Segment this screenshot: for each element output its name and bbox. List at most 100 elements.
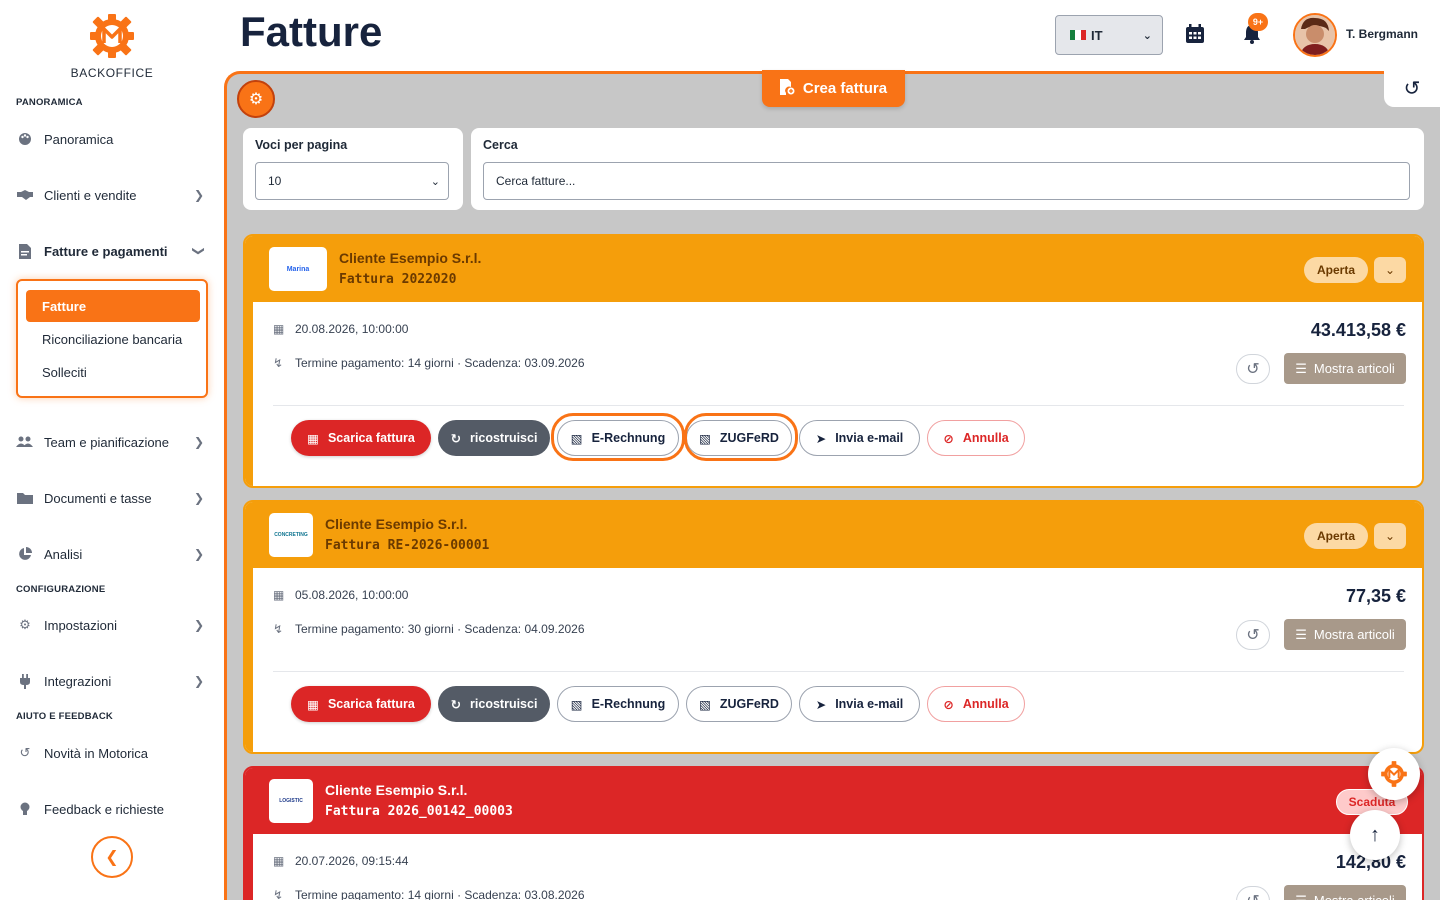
sidebar-item-clients[interactable]: Clienti e vendite ❯ [14,180,210,210]
invoice-history-button[interactable]: ↺ [1236,620,1270,650]
zugferd-button[interactable]: ▧ ZUGFeRD [686,686,792,722]
sidebar: BACKOFFICE PANORAMICA Panoramica Clienti… [0,0,224,900]
sidebar-item-analytics[interactable]: Analisi ❯ [14,539,210,569]
palette-icon [14,132,36,146]
payment-terms: ↯ Termine pagamento: 14 giorni · Scadenza… [273,356,585,370]
search-card: Cerca Cerca fatture... [471,128,1424,210]
chevron-right-icon: ❯ [193,435,204,449]
paper-plane-icon: ➤ [815,697,827,712]
gear-icon: ⚙ [248,91,264,108]
calendar-icon[interactable] [1181,20,1209,48]
sidebar-subitem-reminders[interactable]: Solleciti [26,356,200,388]
scroll-top-button[interactable]: ↑ [1350,810,1400,860]
sidebar-item-feedback[interactable]: Feedback e richieste [14,794,210,824]
sidebar-subitem-invoices[interactable]: Fatture [26,290,200,322]
invoice-card: Marina Cliente Esempio S.r.l. Fattura 20… [243,234,1424,488]
gear-icon: ⚙ [19,617,31,632]
sidebar-item-documents[interactable]: Documenti e tasse ❯ [14,483,210,513]
send-email-button[interactable]: ➤ Invia e-mail [799,686,920,722]
sidebar-item-label: Analisi [44,546,83,562]
company-logo-text: CONCRETING [274,532,308,538]
download-invoice-button[interactable]: ▦ Scarica fattura [291,686,431,722]
erechnung-label: E-Rechnung [591,697,666,711]
sidebar-item-invoices-payments[interactable]: Fatture e pagamenti ❯ [14,236,210,266]
expand-button[interactable]: ⌄ [1374,257,1406,283]
sidebar-item-settings[interactable]: ⚙ Impostazioni ❯ [14,610,210,640]
settings-button[interactable]: ⚙ [237,80,275,118]
invoice-header[interactable]: CONCRETING Cliente Esempio S.r.l. Fattur… [245,502,1422,568]
flag-italy-icon [1070,30,1086,40]
per-page-card: Voci per pagina 10 ⌄ [243,128,463,210]
chevron-down-icon: ⌄ [1142,29,1152,42]
sidebar-item-team[interactable]: Team e pianificazione ❯ [14,427,210,457]
sidebar-item-news[interactable]: ↺ Novità in Motorica [14,738,210,768]
client-name: Cliente Esempio S.r.l. [325,516,468,532]
chevron-down-icon: ⌄ [1384,529,1396,543]
sidebar-item-label: Integrazioni [44,673,112,689]
show-items-button[interactable]: ☰ Mostra articoli [1284,353,1406,384]
erechnung-button[interactable]: ▧ E-Rechnung [557,686,679,722]
send-email-button[interactable]: ➤ Invia e-mail [799,420,920,456]
rebuild-button[interactable]: ↻ ricostruisci [438,420,550,456]
show-items-label: Mostra articoli [1314,893,1395,900]
lightbulb-icon [14,802,36,817]
cancel-invoice-button[interactable]: ⊘ Annulla [927,420,1025,456]
list-icon: ☰ [1295,626,1307,642]
company-logo-text: Marina [286,265,310,273]
pie-chart-icon [14,547,36,561]
sidebar-item-integrations[interactable]: Integrazioni ❯ [14,666,210,696]
invoice-history-button[interactable]: ↺ [1236,886,1270,900]
pdf-icon: ▦ [307,431,319,446]
company-logo-text: LOGISTIC [279,798,303,804]
invoice-amount: 77,35 € [1345,586,1406,606]
zugferd-button[interactable]: ▧ ZUGFeRD [686,420,792,456]
assistant-button[interactable] [1368,748,1420,800]
search-input[interactable]: Cerca fatture... [483,162,1410,200]
sidebar-item-overview[interactable]: Panoramica [14,124,210,154]
chevron-down-icon: ⌄ [1384,263,1396,277]
language-select[interactable]: IT ⌄ [1055,15,1163,55]
invoice-date-text: 20.08.2026, 10:00:00 [295,322,409,336]
pdf-icon: ▦ [307,697,319,712]
history-icon: ↺ [1246,627,1260,644]
users-icon [14,436,36,448]
calendar-icon: ▦ [273,854,285,868]
history-button[interactable]: ↺ [1384,70,1440,107]
collapse-sidebar-button[interactable]: ❮ [91,836,133,878]
invoice-number: Fattura 2022020 [339,272,457,287]
show-items-label: Mostra articoli [1313,361,1395,376]
refresh-icon: ↻ [450,431,462,446]
show-items-button[interactable]: ☰ Mostra articoli [1284,619,1406,650]
chevron-right-icon: ❯ [193,491,204,505]
sidebar-subitem-bank-reconciliation[interactable]: Riconciliazione bancaria [26,323,200,355]
download-invoice-button[interactable]: ▦ Scarica fattura [291,420,431,456]
invoice-amount: 43.413,58 € [1310,320,1406,340]
client-name: Cliente Esempio S.r.l. [339,250,482,266]
show-items-button[interactable]: ☰ Mostra articoli [1284,885,1406,900]
invoice-date-text: 20.07.2026, 09:15:44 [295,854,409,868]
invoice-history-button[interactable]: ↺ [1236,354,1270,384]
create-invoice-button[interactable]: Crea fattura [762,70,905,107]
hand-coin-icon: ↯ [273,356,284,370]
sidebar-item-label: Documenti e tasse [44,490,152,506]
payment-terms: ↯ Termine pagamento: 30 giorni · Scadenza… [273,622,585,636]
invoice-number: Fattura 2026_00142_00003 [325,804,513,819]
cancel-invoice-button[interactable]: ⊘ Annulla [927,686,1025,722]
per-page-select[interactable]: 10 ⌄ [255,162,449,200]
rebuild-button[interactable]: ↻ ricostruisci [438,686,550,722]
per-page-label: Voci per pagina [255,138,348,152]
brand-logo-icon[interactable] [88,12,136,60]
language-value: IT [1091,27,1103,43]
brand-logo-icon [1381,761,1407,787]
avatar[interactable] [1293,13,1337,57]
user-name[interactable]: T. Bergmann [1346,27,1418,41]
download-label: Scarica fattura [327,697,415,711]
payment-terms-text: Termine pagamento: 30 giorni · Scadenza:… [295,622,585,636]
erechnung-button[interactable]: ▧ E-Rechnung [557,420,679,456]
expand-button[interactable]: ⌄ [1374,523,1406,549]
invoice-header[interactable]: Marina Cliente Esempio S.r.l. Fattura 20… [245,236,1422,302]
invoice-header[interactable]: LOGISTIC Cliente Esempio S.r.l. Fattura … [245,768,1422,834]
invoice-card: LOGISTIC Cliente Esempio S.r.l. Fattura … [243,766,1424,900]
history-icon: ↺ [19,745,31,760]
invoice-card: CONCRETING Cliente Esempio S.r.l. Fattur… [243,500,1424,754]
